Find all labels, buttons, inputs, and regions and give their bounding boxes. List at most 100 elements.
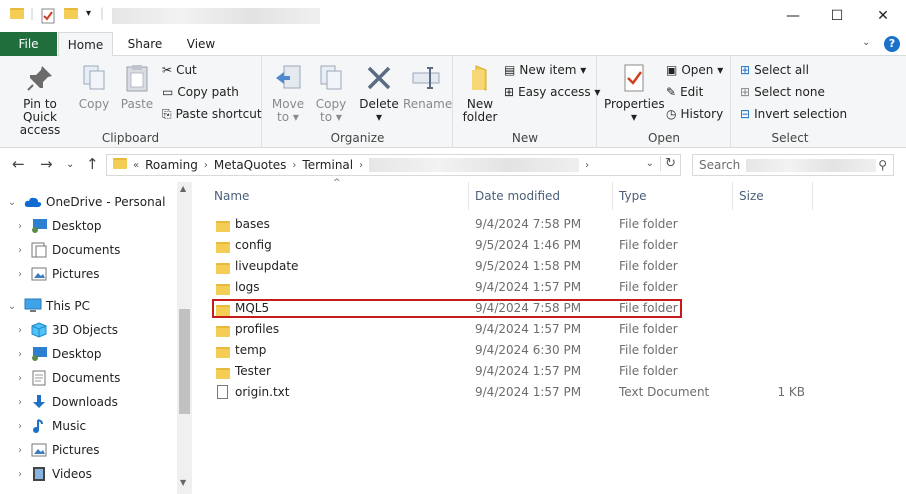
rename-icon: [412, 67, 440, 89]
paste-shortcut-button[interactable]: ⎘ Paste shortcut: [162, 104, 262, 124]
chevron-right-icon[interactable]: ›: [14, 325, 26, 336]
table-row[interactable]: temp 9/4/2024 6:30 PM File folder: [212, 340, 882, 361]
nav-scrollbar-thumb[interactable]: [179, 309, 190, 414]
table-row[interactable]: origin.txt 9/4/2024 1:57 PM Text Documen…: [212, 382, 882, 403]
expand-ribbon-icon[interactable]: ⌄: [862, 37, 870, 48]
cut-button[interactable]: ✂ Cut: [162, 60, 197, 80]
move-to-button[interactable]: Move to ▾: [271, 62, 305, 124]
new-group: New folder ▤ New item ▾ ⊞ Easy access ▾ Ne…: [454, 56, 600, 148]
chevron-right-icon[interactable]: ›: [14, 269, 26, 280]
nav-item-downloads[interactable]: › Downloads: [14, 390, 192, 414]
edit-button[interactable]: ✎ Edit: [666, 82, 703, 102]
table-row[interactable]: Tester 9/4/2024 1:57 PM File folder: [212, 361, 882, 382]
table-row[interactable]: config 9/5/2024 1:46 PM File folder: [212, 235, 882, 256]
address-dropdown-icon[interactable]: ⌄: [646, 158, 654, 169]
open-label: Open: [647, 131, 681, 145]
chevron-right-icon[interactable]: ›: [14, 397, 26, 408]
video-icon: [33, 467, 45, 481]
new-item-button[interactable]: ▤ New item ▾: [504, 60, 586, 80]
organize-label: Organize: [330, 131, 385, 145]
breadcrumb-roaming[interactable]: Roaming: [145, 158, 198, 172]
nav-item-pictures-pc[interactable]: › Pictures: [14, 438, 192, 462]
history-button[interactable]: ◷ History: [666, 104, 723, 124]
chevron-down-icon[interactable]: ⌄: [6, 301, 18, 312]
table-row[interactable]: profiles 9/4/2024 1:57 PM File folder: [212, 319, 882, 340]
search-input[interactable]: Search ⚲: [692, 154, 894, 176]
copy-button[interactable]: Copy: [76, 62, 112, 111]
chevron-right-icon[interactable]: ›: [14, 373, 26, 384]
pin-quick-access-button[interactable]: Pin to Quick access: [6, 62, 74, 137]
breadcrumb-metaquotes[interactable]: MetaQuotes: [214, 158, 287, 172]
copy-path-button[interactable]: ▭ Copy path: [162, 82, 239, 102]
tab-home[interactable]: Home: [58, 32, 113, 57]
customize-toolbar-icon[interactable]: ▾: [86, 8, 91, 19]
nav-item-this-pc[interactable]: ⌄ This PC: [6, 294, 184, 318]
nav-item-pictures[interactable]: › Pictures: [14, 262, 192, 286]
address-overflow[interactable]: «: [133, 160, 139, 171]
rename-button[interactable]: Rename: [403, 62, 452, 111]
new-folder-quick-icon[interactable]: [64, 8, 78, 22]
file-name: Tester: [235, 364, 271, 378]
address-bar[interactable]: « Roaming › MetaQuotes › Terminal › › ⌄ …: [106, 154, 681, 176]
scroll-up-icon[interactable]: ▲: [180, 184, 186, 193]
help-icon[interactable]: ?: [884, 36, 900, 52]
chevron-right-icon[interactable]: ›: [14, 421, 26, 432]
select-none-button[interactable]: ⊞ Select none: [740, 82, 825, 102]
table-row[interactable]: liveupdate 9/5/2024 1:58 PM File folder: [212, 256, 882, 277]
scissors-icon: ✂: [162, 63, 173, 77]
chevron-right-icon[interactable]: ›: [14, 221, 26, 232]
new-folder-button[interactable]: New folder: [460, 62, 500, 124]
tab-file[interactable]: File: [0, 32, 57, 56]
breadcrumb-blurred: [369, 158, 580, 172]
back-arrow-icon[interactable]: ←: [12, 155, 25, 173]
breadcrumb-chevron-icon[interactable]: ›: [359, 160, 363, 171]
nav-item-documents-pc[interactable]: › Documents: [14, 366, 192, 390]
chevron-right-icon[interactable]: ›: [14, 349, 26, 360]
tab-share[interactable]: Share: [122, 32, 168, 56]
maximize-button[interactable]: ☐: [814, 0, 860, 32]
easy-access-button[interactable]: ⊞ Easy access ▾: [504, 82, 600, 102]
delete-button[interactable]: Delete ▾: [359, 62, 399, 124]
column-header-type[interactable]: Type: [613, 182, 733, 210]
text-file-icon: [217, 385, 228, 406]
minimize-button[interactable]: —: [770, 0, 816, 32]
column-header-size[interactable]: Size: [733, 182, 813, 210]
column-header-date[interactable]: Date modified: [469, 182, 613, 210]
properties-button[interactable]: Properties ▾: [604, 62, 665, 124]
up-arrow-icon[interactable]: ↑: [86, 155, 99, 173]
open-button[interactable]: ▣ Open ▾: [666, 60, 723, 80]
properties-quick-icon[interactable]: [40, 8, 56, 27]
nav-item-music[interactable]: › Music: [14, 414, 192, 438]
breadcrumb-chevron-icon[interactable]: ›: [292, 160, 296, 171]
chevron-down-icon[interactable]: ⌄: [6, 197, 18, 208]
forward-arrow-icon[interactable]: →: [40, 155, 53, 173]
nav-item-videos[interactable]: › Videos: [14, 462, 192, 486]
nav-item-desktop-pc[interactable]: › Desktop: [14, 342, 192, 366]
breadcrumb-terminal[interactable]: Terminal: [302, 158, 353, 172]
recent-locations-chevron-icon[interactable]: ⌄: [66, 159, 74, 170]
chevron-right-icon[interactable]: ›: [14, 245, 26, 256]
nav-item-documents[interactable]: › Documents: [14, 238, 192, 262]
paste-button[interactable]: Paste: [118, 62, 156, 111]
chevron-right-icon[interactable]: ›: [14, 445, 26, 456]
breadcrumb-chevron-icon[interactable]: ›: [204, 160, 208, 171]
ribbon-tabs: File Home Share View ⌄ ?: [0, 32, 906, 57]
column-header-name[interactable]: Name: [208, 182, 469, 210]
chevron-right-icon[interactable]: ›: [14, 469, 26, 480]
table-row[interactable]: logs 9/4/2024 1:57 PM File folder: [212, 277, 882, 298]
clipboard-label: Clipboard: [101, 131, 160, 145]
scroll-down-icon[interactable]: ▼: [180, 478, 186, 487]
table-row[interactable]: bases 9/4/2024 7:58 PM File folder: [212, 214, 882, 235]
close-button[interactable]: ✕: [860, 0, 906, 32]
tab-view[interactable]: View: [178, 32, 224, 56]
invert-selection-button[interactable]: ⊟ Invert selection: [740, 104, 847, 124]
search-icon: ⚲: [878, 158, 887, 172]
copy-to-button[interactable]: Copy to ▾: [313, 62, 349, 124]
refresh-icon[interactable]: ↻: [660, 156, 676, 171]
nav-scrollbar[interactable]: ▲ ▼: [177, 182, 192, 494]
nav-item-3d-objects[interactable]: › 3D Objects: [14, 318, 192, 342]
select-all-button[interactable]: ⊞ Select all: [740, 60, 809, 80]
nav-item-desktop[interactable]: › Desktop: [14, 214, 192, 238]
breadcrumb-chevron-icon[interactable]: ›: [585, 160, 589, 171]
nav-item-onedrive[interactable]: ⌄ OneDrive - Personal: [6, 190, 184, 214]
